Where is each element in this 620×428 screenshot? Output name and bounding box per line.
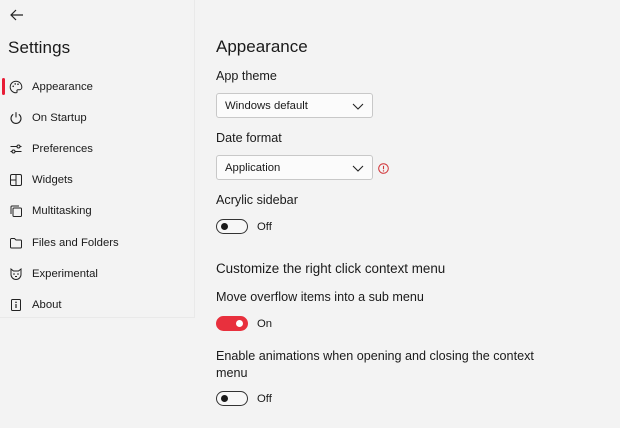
toggle-knob [221,223,228,230]
sidebar-item-label: Widgets [32,174,73,187]
overflow-toggle[interactable] [216,316,248,331]
sliders-icon [9,142,23,156]
acrylic-sidebar-toggle-row: Off [216,219,272,234]
chevron-down-icon [352,165,364,172]
palette-icon [9,80,23,94]
sidebar-item-experimental[interactable]: Experimental [0,258,195,289]
context-menu-section-title: Customize the right click context menu [216,261,446,276]
warning-icon[interactable] [378,163,389,174]
date-format-value: Application [225,161,281,174]
sidebar-item-label: Experimental [32,267,98,280]
multitasking-icon [9,204,23,218]
sidebar-item-widgets[interactable]: Widgets [0,165,195,196]
chevron-down-icon [352,103,364,110]
experimental-icon [9,267,23,281]
animations-label: Enable animations when opening and closi… [216,349,534,380]
sidebar-nav: Appearance On Startup Preferences Widget… [0,71,195,321]
acrylic-sidebar-toggle[interactable] [216,219,248,234]
sidebar: Settings Appearance On Startup Preferenc… [0,0,195,318]
sidebar-item-files-and-folders[interactable]: Files and Folders [0,227,195,258]
date-format-label: Date format [216,131,282,145]
acrylic-sidebar-label: Acrylic sidebar [216,193,298,207]
animations-toggle-row: Off [216,391,272,406]
main-content: Appearance App theme Windows default Dat… [216,0,620,428]
animations-toggle[interactable] [216,391,248,406]
app-theme-dropdown[interactable]: Windows default [216,93,373,118]
sidebar-item-label: Appearance [32,80,93,93]
sidebar-item-label: Files and Folders [32,236,119,249]
folder-icon [9,236,23,250]
page-title: Appearance [216,37,308,56]
sidebar-item-on-startup[interactable]: On Startup [0,102,195,133]
sidebar-title: Settings [8,38,71,57]
sidebar-item-label: On Startup [32,111,87,124]
overflow-label: Move overflow items into a sub menu [216,290,424,304]
sidebar-item-appearance[interactable]: Appearance [0,71,195,102]
widgets-icon [9,173,23,187]
overflow-toggle-row: On [216,316,272,331]
sidebar-item-about[interactable]: About [0,289,195,320]
overflow-state: On [257,317,273,330]
toggle-knob [221,395,228,402]
back-arrow-icon[interactable] [8,6,26,24]
sidebar-item-label: About [32,298,62,311]
toggle-knob [236,320,243,327]
info-icon [9,298,23,312]
app-theme-value: Windows default [225,99,308,112]
animations-state: Off [257,392,272,405]
acrylic-sidebar-state: Off [257,220,272,233]
date-format-dropdown[interactable]: Application [216,155,373,180]
app-theme-label: App theme [216,69,277,83]
sidebar-item-multitasking[interactable]: Multitasking [0,196,195,227]
sidebar-item-label: Multitasking [32,205,92,218]
power-icon [9,111,23,125]
sidebar-item-label: Preferences [32,142,93,155]
sidebar-item-preferences[interactable]: Preferences [0,133,195,164]
